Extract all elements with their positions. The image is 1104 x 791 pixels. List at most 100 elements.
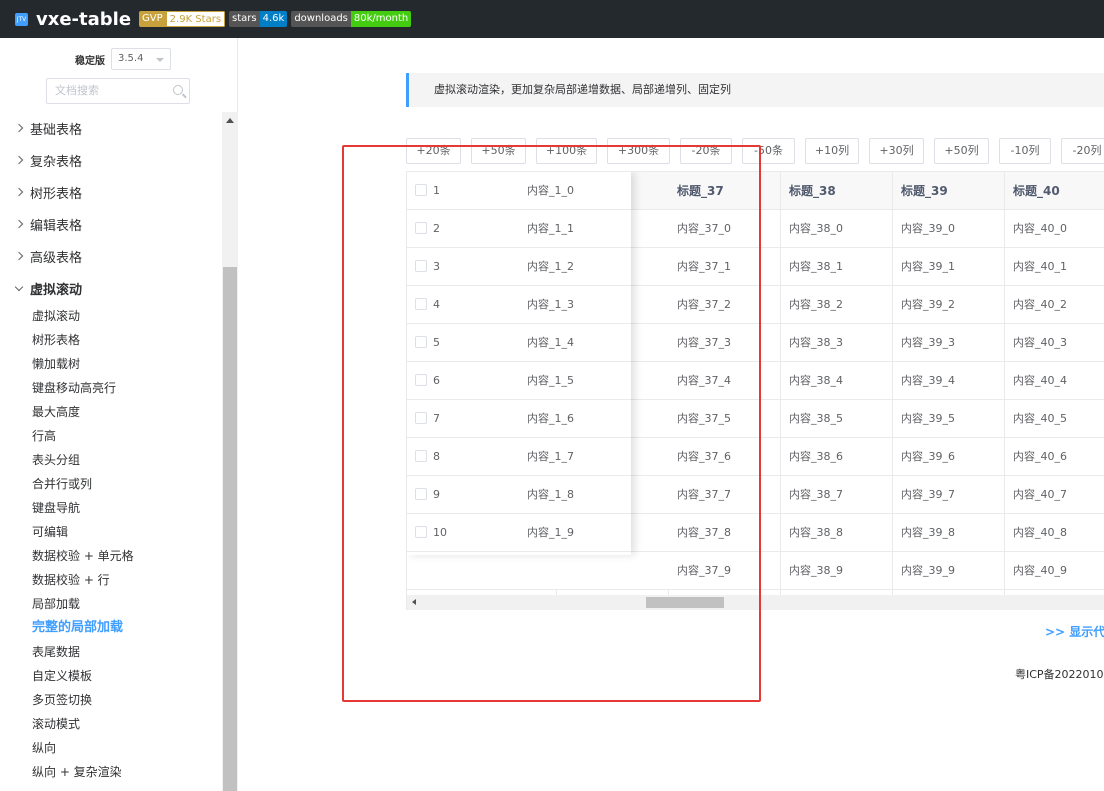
nav-group-1[interactable]: 复杂表格: [0, 144, 222, 176]
action-button[interactable]: +300条: [607, 138, 670, 164]
nav-item[interactable]: 合并行或列: [0, 472, 222, 496]
action-button[interactable]: +20条: [406, 138, 461, 164]
nav-item[interactable]: 数据校验 + 行: [0, 568, 222, 592]
nav-group-open[interactable]: 虚拟滚动: [0, 272, 222, 304]
nav-item[interactable]: 自定义模板: [0, 664, 222, 688]
nav-item[interactable]: 最大高度: [0, 400, 222, 424]
fixed-row[interactable]: 8 内容_1_7: [407, 438, 631, 476]
fixed-row[interactable]: 4 内容_1_3: [407, 286, 631, 324]
nav-item[interactable]: 纵向 + 复杂渲染: [0, 760, 222, 784]
nav-item[interactable]: 数据校验 + 单元格: [0, 544, 222, 568]
fixed-row[interactable]: 9 内容_1_8: [407, 476, 631, 514]
nav-item[interactable]: 表头分组: [0, 448, 222, 472]
column-header[interactable]: 标题_37: [669, 172, 781, 210]
nav-group-label: 高级表格: [30, 250, 83, 266]
nav-item[interactable]: 懒加载树: [0, 352, 222, 376]
fixed-row[interactable]: 7 内容_1_6: [407, 400, 631, 438]
seq-cell: 8: [433, 450, 440, 463]
fixed-row[interactable]: 10 内容_1_9: [407, 514, 631, 552]
action-button[interactable]: +10列: [805, 138, 859, 164]
scrollbar-thumb[interactable]: [646, 597, 724, 608]
row-checkbox[interactable]: [415, 488, 427, 500]
nav-item[interactable]: 完整的局部加载: [0, 616, 222, 640]
table-cell: 内容_1_3: [527, 298, 574, 311]
nav-group-label: 编辑表格: [30, 218, 83, 234]
table-cell: 内容_38_5: [781, 400, 893, 438]
nav-item[interactable]: 可编辑: [0, 520, 222, 544]
sidebar: 稳定版 3.5.4 文档搜索 基础表格 复杂表格 树形表格 编辑表格 高级表格 虚拟滚动虚…: [0, 38, 238, 791]
fixed-row[interactable]: 5 内容_1_4: [407, 324, 631, 362]
table-cell: 内容_40_9: [1005, 552, 1104, 590]
row-checkbox[interactable]: [415, 336, 427, 348]
version-row: 稳定版 3.5.4: [75, 48, 171, 70]
column-header[interactable]: 标题_39: [893, 172, 1005, 210]
nav-item[interactable]: 纵向: [0, 736, 222, 760]
fixed-row[interactable]: 1 内容_1_0: [407, 172, 631, 210]
table-cell: 内容_38_3: [781, 324, 893, 362]
version-select[interactable]: 3.5.4: [111, 48, 171, 70]
nav-item[interactable]: 滚动模式: [0, 712, 222, 736]
table-cell: 内容_37_7: [669, 476, 781, 514]
action-button[interactable]: -10列: [999, 138, 1051, 164]
scroll-left-icon[interactable]: [412, 599, 416, 605]
table-cell: 内容_40_0: [1005, 210, 1104, 248]
brand-title[interactable]: vxe-table: [36, 9, 131, 30]
show-code-link[interactable]: >> 显示代码: [1045, 623, 1104, 640]
row-checkbox[interactable]: [415, 184, 427, 196]
seq-cell: 3: [433, 260, 440, 273]
table-cell: 内容_39_2: [893, 286, 1005, 324]
seq-cell: 5: [433, 336, 440, 349]
row-checkbox[interactable]: [415, 222, 427, 234]
nav-item[interactable]: 行高: [0, 424, 222, 448]
downloads-badge[interactable]: downloads 80k/month: [291, 11, 412, 27]
fixed-row[interactable]: 2 内容_1_1: [407, 210, 631, 248]
scroll-up-icon[interactable]: [226, 118, 234, 123]
seq-cell: 1: [433, 184, 440, 197]
logo-icon[interactable]: JTV: [15, 12, 28, 26]
action-button[interactable]: +100条: [536, 138, 597, 164]
row-checkbox[interactable]: [415, 450, 427, 462]
action-button[interactable]: +50条: [471, 138, 526, 164]
table-cell: 内容_39_9: [893, 552, 1005, 590]
nav-item[interactable]: 键盘移动高亮行: [0, 376, 222, 400]
column-header[interactable]: 标题_38: [781, 172, 893, 210]
row-checkbox[interactable]: [415, 412, 427, 424]
chevron-right-icon: [14, 123, 24, 133]
search-input[interactable]: 文档搜索: [46, 78, 190, 104]
icp-footer[interactable]: 粤ICP备20220103: [1015, 666, 1104, 682]
nav-item[interactable]: 键盘导航: [0, 496, 222, 520]
fixed-row[interactable]: 6 内容_1_5: [407, 362, 631, 400]
table-cell: 内容_1_8: [527, 488, 574, 501]
badge-value: 80k/month: [350, 11, 412, 27]
gvp-badge[interactable]: GVP 2.9K Stars: [139, 11, 226, 27]
scrollbar-thumb[interactable]: [223, 267, 237, 791]
search-icon: [173, 85, 183, 95]
row-checkbox[interactable]: [415, 298, 427, 310]
row-checkbox[interactable]: [415, 260, 427, 272]
column-header[interactable]: 标题_40: [1005, 172, 1104, 210]
nav-group-3[interactable]: 编辑表格: [0, 208, 222, 240]
nav-item[interactable]: 局部加载: [0, 592, 222, 616]
nav-item[interactable]: 虚拟滚动: [0, 304, 222, 328]
row-checkbox[interactable]: [415, 526, 427, 538]
nav-group-label: 树形表格: [30, 186, 83, 202]
nav-group-2[interactable]: 树形表格: [0, 176, 222, 208]
action-button[interactable]: -50条: [742, 138, 795, 164]
table-cell: 内容_39_5: [893, 400, 1005, 438]
table-row[interactable]: 内容_37_9 内容_38_9 内容_39_9 内容_40_9: [407, 552, 1104, 590]
action-button[interactable]: -20列: [1061, 138, 1104, 164]
nav-item[interactable]: 多页签切换: [0, 688, 222, 712]
table-cell: 内容_38_6: [781, 438, 893, 476]
action-button[interactable]: +50列: [934, 138, 989, 164]
row-checkbox[interactable]: [415, 374, 427, 386]
nav-item[interactable]: 表尾数据: [0, 640, 222, 664]
nav-group-0[interactable]: 基础表格: [0, 112, 222, 144]
table-horizontal-scrollbar[interactable]: [407, 595, 1104, 610]
nav-item[interactable]: 树形表格: [0, 328, 222, 352]
fixed-row[interactable]: 3 内容_1_2: [407, 248, 631, 286]
action-button[interactable]: +30列: [869, 138, 924, 164]
nav-group-4[interactable]: 高级表格: [0, 240, 222, 272]
sidebar-scrollbar[interactable]: [222, 112, 238, 791]
stars-badge[interactable]: stars 4.6k: [229, 11, 288, 27]
action-button[interactable]: -20条: [680, 138, 732, 164]
